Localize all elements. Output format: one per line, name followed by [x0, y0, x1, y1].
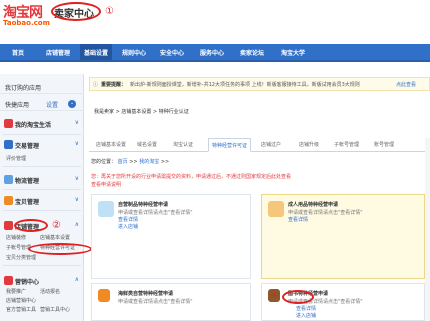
sidebar: 我订购的应用 快捷应用 设置 • 我的淘宝生活 ∨ 交易管理 ∨ 评价管理 物流…: [0, 74, 84, 321]
warning-text: 您：再关于您所开设的行业申请需提交的资料，申请通过后，不通过则国家规定后此处查看: [91, 174, 292, 180]
divider: [3, 210, 81, 211]
tab-account[interactable]: 账号管理: [374, 141, 394, 148]
card-title: 成人用品特种经营申请: [288, 202, 339, 208]
nav-rules[interactable]: 规则中心: [122, 48, 146, 57]
divider: [3, 265, 81, 266]
nav-forum[interactable]: 卖家论坛: [240, 48, 264, 57]
divider: [3, 166, 81, 167]
seafood-icon: [98, 289, 110, 302]
sidebar-group-logistics-label: 物流管理: [15, 178, 40, 185]
notice-label: 重要提醒：: [101, 82, 127, 88]
card-enter-link[interactable]: 进入店铺: [296, 312, 316, 319]
sidebar-apps[interactable]: 我订购的应用: [0, 80, 84, 94]
card-enter-link[interactable]: 进入店铺: [118, 223, 138, 230]
nav-university[interactable]: 淘宝大学: [281, 48, 305, 57]
card-view-details-link[interactable]: 查看详情: [288, 216, 308, 223]
sidebar-item-decorate[interactable]: 店铺装修: [6, 234, 26, 241]
card-view-details-link[interactable]: 查看详情: [296, 305, 316, 312]
chevron-down-icon[interactable]: ∨: [75, 140, 79, 147]
shop-icon: [4, 221, 13, 230]
notice-bar: ⓘ 重要提醒： 新出炉-新规则面授课堂，新增补-共12大项任务的事项 上线！新版…: [89, 77, 430, 91]
sidebar-item-tools-center[interactable]: 营销工具中心: [40, 306, 70, 313]
nav-basic-settings[interactable]: 基础设置: [80, 44, 113, 60]
card-title: 海鲜类自营特种经营申请: [118, 291, 174, 297]
tab-sub-account[interactable]: 子帐号管理: [334, 141, 359, 148]
current-position: 您的位置： 首页 >> 我的淘宝 >>: [91, 158, 169, 165]
highlight-ellipse-2: [14, 219, 48, 232]
card-desc: 申请或查看详情请点击"查看详情": [118, 210, 193, 216]
goods-icon: [4, 196, 13, 205]
sidebar-item-signup[interactable]: 活动报名: [40, 288, 60, 295]
warning-link[interactable]: 查看申请说明: [91, 181, 121, 188]
position-mid-link[interactable]: 我的淘宝: [139, 159, 159, 165]
highlight-ellipse-4: [282, 290, 314, 304]
notice-link[interactable]: 点此查看: [396, 81, 416, 88]
card-title: 自营制品特种经营申请: [118, 202, 169, 208]
chevron-up-icon[interactable]: ∧: [75, 276, 79, 283]
chevron-down-icon[interactable]: ∨: [75, 119, 79, 126]
step-mark-1: ①: [105, 6, 114, 17]
top-nav: 首页 店铺管理 基础设置 规则中心 安全中心 服务中心 卖家论坛 淘宝大学: [0, 44, 430, 62]
sidebar-quick[interactable]: 快捷应用 设置 •: [0, 97, 84, 111]
sidebar-item-category[interactable]: 宝贝分类管理: [6, 254, 36, 261]
nav-home[interactable]: 首页: [12, 48, 24, 57]
sidebar-quick-setting[interactable]: 设置: [46, 100, 58, 109]
logistics-icon: [4, 175, 13, 184]
tab-transfer[interactable]: 店铺过户: [261, 141, 281, 148]
adult-goods-icon: [268, 201, 284, 217]
sidebar-item-official-tools[interactable]: 官方营销工具: [6, 306, 36, 313]
tab-bar: 店铺基本设置 域名设置 淘宝认证 特种经营许可证 店铺过户 店铺升级 子帐号管理…: [89, 138, 430, 152]
card-desc: 申请或查看详情请点击"查看详情": [118, 299, 193, 305]
info-icon: ⓘ: [93, 82, 99, 88]
chevron-down-icon[interactable]: ∨: [75, 196, 79, 203]
step-mark-2: ②: [52, 220, 61, 231]
position-home-link[interactable]: 首页: [118, 159, 128, 165]
sidebar-item-review[interactable]: 评价管理: [6, 155, 26, 162]
license-card-seafood: 海鲜类自营特种经营申请 申请或查看详情请点击"查看详情": [91, 283, 251, 321]
tab-special-license[interactable]: 特种经营许可证: [208, 138, 252, 152]
license-card-books: 图书特种经营申请 申请或查看详情请点击"查看详情" 查看详情 进入店铺: [261, 283, 425, 321]
highlight-ellipse-3: [28, 243, 92, 255]
product-icon: [98, 201, 114, 217]
card-desc: 申请或查看详情请点击"查看详情": [288, 210, 363, 216]
step-mark-4: ④: [270, 290, 279, 301]
tab-domain[interactable]: 域名设置: [137, 141, 157, 148]
sidebar-item-basic-settings[interactable]: 店铺基本设置: [40, 234, 70, 241]
sidebar-item-promote[interactable]: 我要推广: [6, 288, 26, 295]
header: 淘宝网 Taobao.com 卖家中心 ①: [0, 0, 430, 44]
nav-security[interactable]: 安全中心: [160, 48, 184, 57]
card-view-details-link[interactable]: 查看详情: [118, 216, 138, 223]
sidebar-group-goods-label: 宝贝管理: [15, 199, 40, 206]
sidebar-group-trade-label: 交易管理: [15, 143, 40, 150]
divider: [3, 189, 81, 190]
breadcrumb: 我是卖家 > 店铺基本设置 > 特种行业认证: [94, 109, 189, 115]
license-card-adult: 成人用品特种经营申请 申请或查看详情请点击"查看详情" 查看详情: [261, 194, 425, 279]
sidebar-quick-label: 快捷应用: [5, 102, 30, 109]
taobao-logo-en: Taobao.com: [3, 19, 50, 27]
highlight-ellipse-1: [51, 2, 101, 21]
sidebar-group-marketing-label: 营销中心: [15, 279, 40, 286]
sidebar-quick-icon[interactable]: •: [68, 100, 76, 108]
sidebar-apps-label: 我订购的应用: [5, 85, 42, 92]
nav-shop-manage[interactable]: 店铺管理: [46, 48, 70, 57]
tab-auth[interactable]: 淘宝认证: [173, 141, 193, 148]
marketing-icon: [4, 276, 13, 285]
tab-upgrade[interactable]: 店铺升级: [299, 141, 319, 148]
license-card-self-made: 自营制品特种经营申请 申请或查看详情请点击"查看详情" 查看详情 进入店铺: [91, 194, 251, 279]
position-sep: >>: [160, 159, 170, 165]
life-icon: [4, 119, 13, 128]
scrollbar[interactable]: [425, 138, 430, 321]
chevron-up-icon[interactable]: ∧: [75, 221, 79, 228]
divider: [3, 134, 81, 135]
sidebar-item-shop-marketing[interactable]: 店铺营销中心: [6, 297, 36, 304]
position-label: 您的位置：: [91, 159, 117, 165]
sidebar-group-life-label: 我的淘宝生活: [15, 122, 52, 129]
tab-basic-settings[interactable]: 店铺基本设置: [96, 141, 126, 148]
chevron-down-icon[interactable]: ∨: [75, 175, 79, 182]
nav-service[interactable]: 服务中心: [200, 48, 224, 57]
position-sep: >>: [129, 159, 138, 165]
trade-icon: [4, 140, 13, 149]
notice-text: 新出炉-新规则面授课堂，新增补-共12大项任务的事项 上线！新版客服接待工具，新…: [130, 82, 360, 88]
